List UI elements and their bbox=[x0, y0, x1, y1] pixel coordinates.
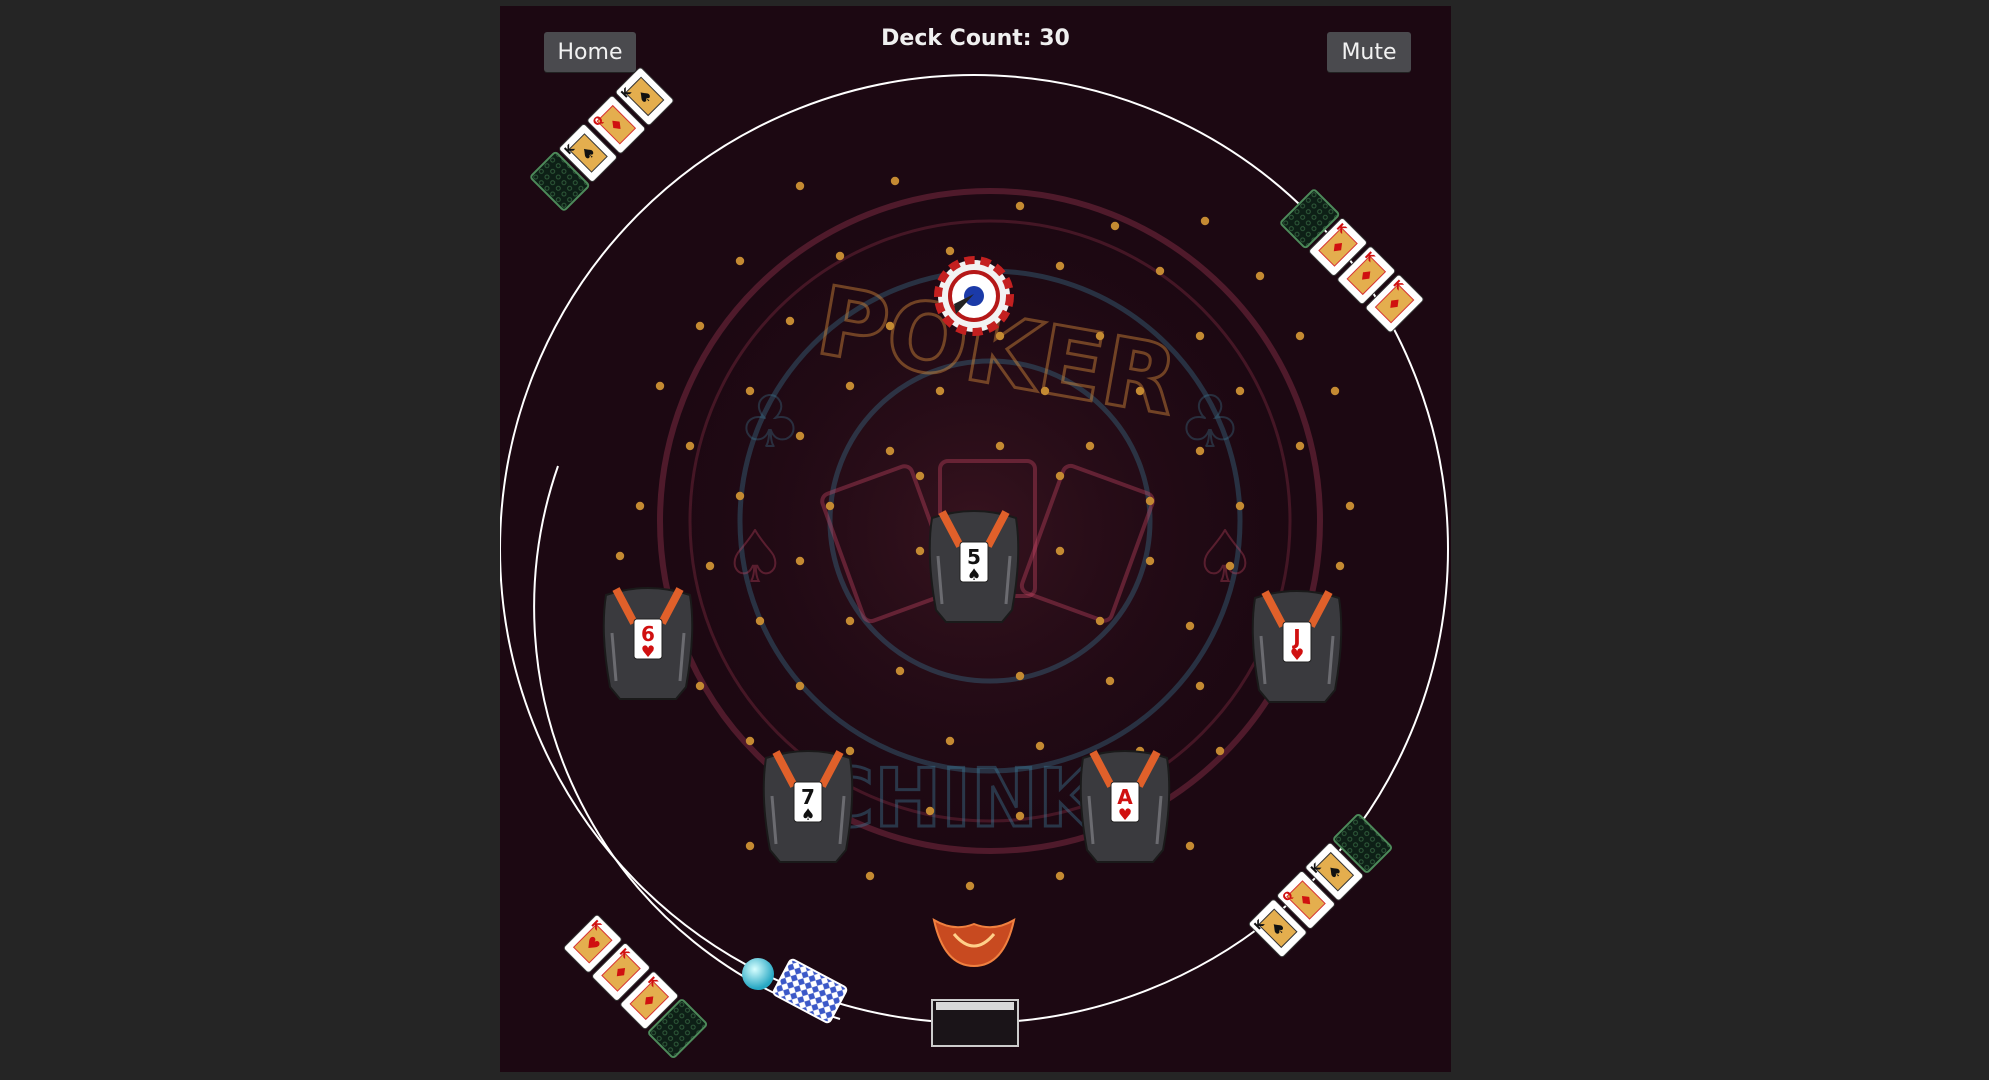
peg bbox=[1055, 261, 1065, 271]
peg bbox=[1185, 841, 1195, 851]
peg bbox=[745, 736, 755, 746]
spinner-chip bbox=[934, 256, 1014, 336]
peg bbox=[1225, 561, 1235, 571]
bucket: 7♠ bbox=[762, 750, 854, 863]
peg bbox=[1135, 386, 1145, 396]
peg bbox=[1215, 746, 1225, 756]
bucket-card-suit-icon: ♠ bbox=[967, 565, 981, 584]
peg bbox=[1255, 271, 1265, 281]
peg bbox=[785, 316, 795, 326]
peg bbox=[615, 551, 625, 561]
deck-stack[interactable] bbox=[772, 958, 848, 1024]
peg bbox=[945, 736, 955, 746]
bucket-card-suit-icon: ♥ bbox=[641, 642, 655, 661]
peg bbox=[795, 556, 805, 566]
peg bbox=[1145, 556, 1155, 566]
peg bbox=[995, 331, 1005, 341]
peg bbox=[1195, 681, 1205, 691]
deck-count-label: Deck Count: 30 bbox=[881, 26, 1070, 51]
peg bbox=[845, 746, 855, 756]
peg bbox=[1330, 386, 1340, 396]
peg bbox=[745, 841, 755, 851]
peg bbox=[1055, 546, 1065, 556]
game-scene: POKER CHINKO ♠ ♠ ♣ ♣ 5♠6♥J♥7♠A♥ K ♠Q♦K ♠… bbox=[500, 67, 1449, 1059]
mute-button[interactable]: Mute bbox=[1327, 32, 1411, 72]
peg bbox=[1015, 811, 1025, 821]
peg bbox=[965, 881, 975, 891]
peg bbox=[1235, 386, 1245, 396]
peg bbox=[890, 176, 900, 186]
peg bbox=[735, 256, 745, 266]
peg bbox=[885, 321, 895, 331]
peg bbox=[1195, 331, 1205, 341]
peg bbox=[1015, 671, 1025, 681]
peg bbox=[845, 381, 855, 391]
peg bbox=[995, 441, 1005, 451]
peg bbox=[745, 386, 755, 396]
peg bbox=[735, 491, 745, 501]
peg bbox=[1335, 561, 1345, 571]
peg bbox=[705, 561, 715, 571]
peg bbox=[845, 616, 855, 626]
peg bbox=[1145, 496, 1155, 506]
peg bbox=[795, 681, 805, 691]
bucket: J♥ bbox=[1251, 590, 1343, 703]
logo-spade-right-icon: ♠ bbox=[1194, 516, 1257, 598]
peg bbox=[755, 616, 765, 626]
peg bbox=[1015, 201, 1025, 211]
peg bbox=[1055, 871, 1065, 881]
peg bbox=[635, 501, 645, 511]
bucket-card-suit-icon: ♥ bbox=[1290, 645, 1304, 664]
bucket-card-suit-icon: ♥ bbox=[1118, 805, 1132, 824]
peg bbox=[695, 321, 705, 331]
bucket: 5♠ bbox=[928, 510, 1020, 623]
peg bbox=[1195, 446, 1205, 456]
peg bbox=[925, 806, 935, 816]
peg bbox=[1085, 441, 1095, 451]
peg bbox=[935, 386, 945, 396]
bumper-shell bbox=[932, 917, 1016, 968]
peg bbox=[1155, 266, 1165, 276]
peg bbox=[1235, 501, 1245, 511]
peg bbox=[1200, 216, 1210, 226]
peg bbox=[865, 871, 875, 881]
logo-spade-left-icon: ♠ bbox=[724, 516, 787, 598]
bucket: 6♥ bbox=[602, 587, 694, 700]
peg bbox=[1345, 501, 1355, 511]
peg bbox=[655, 381, 665, 391]
peg bbox=[1095, 616, 1105, 626]
peg bbox=[895, 666, 905, 676]
peg bbox=[835, 251, 845, 261]
ball[interactable] bbox=[742, 958, 774, 990]
peg bbox=[825, 501, 835, 511]
bucket: A♥ bbox=[1079, 750, 1171, 863]
logo-club-right-icon: ♣ bbox=[1179, 381, 1242, 463]
peg bbox=[1185, 621, 1195, 631]
peg bbox=[1110, 221, 1120, 231]
peg bbox=[1035, 741, 1045, 751]
peg bbox=[1105, 676, 1115, 686]
launcher-bumper bbox=[932, 917, 1016, 968]
peg bbox=[915, 546, 925, 556]
peg bbox=[885, 446, 895, 456]
peg bbox=[1055, 471, 1065, 481]
launcher-slot-top bbox=[936, 1002, 1014, 1010]
peg bbox=[1295, 331, 1305, 341]
peg bbox=[1095, 331, 1105, 341]
peg bbox=[945, 246, 955, 256]
peg bbox=[795, 181, 805, 191]
chip-center bbox=[964, 286, 984, 306]
deck-card-back bbox=[772, 958, 848, 1024]
peg bbox=[1040, 386, 1050, 396]
peg bbox=[915, 471, 925, 481]
peg bbox=[795, 431, 805, 441]
game-board: POKER CHINKO ♠ ♠ ♣ ♣ 5 ♠ 6 ♥ J ♥ 7 ♠ A ♥… bbox=[500, 6, 1451, 1072]
bucket-card-suit-icon: ♠ bbox=[801, 805, 815, 824]
peg bbox=[695, 681, 705, 691]
peg bbox=[685, 441, 695, 451]
peg bbox=[1295, 441, 1305, 451]
